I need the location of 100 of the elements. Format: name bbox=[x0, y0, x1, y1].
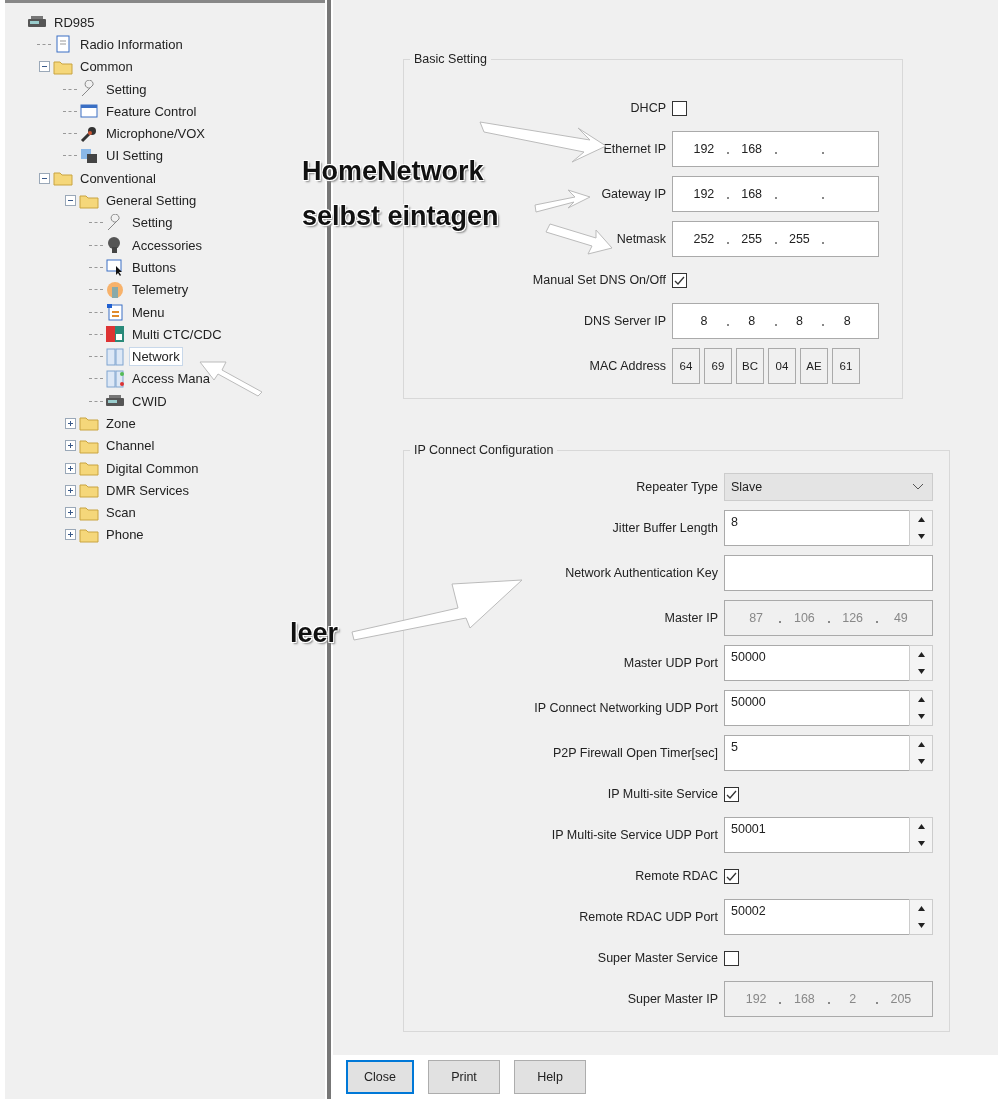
number-field[interactable]: 50000 bbox=[724, 690, 909, 726]
telemetry-icon bbox=[105, 280, 125, 299]
arrow bbox=[545, 223, 613, 255]
window-icon bbox=[79, 102, 99, 121]
network-icon bbox=[105, 369, 125, 388]
field-label: Remote RDAC bbox=[634, 869, 718, 883]
expander-icon[interactable] bbox=[38, 172, 50, 184]
expander-icon[interactable] bbox=[64, 507, 76, 519]
field-label: IP Multi-site Service bbox=[606, 787, 718, 801]
ip-address-field[interactable]: 8 8 8 8 bbox=[672, 303, 879, 339]
tree-item[interactable]: Setting bbox=[103, 79, 150, 99]
field-label: IP Multi-site Service UDP Port bbox=[550, 828, 718, 842]
tree-item[interactable]: Phone bbox=[103, 525, 147, 545]
tree-item[interactable]: General Setting bbox=[103, 191, 200, 210]
chevron-down-icon bbox=[912, 483, 924, 491]
microphone-icon bbox=[79, 124, 99, 143]
mac-byte-field: 61 bbox=[832, 348, 860, 384]
tree-item[interactable]: Buttons bbox=[129, 257, 180, 277]
mac-byte-field: 04 bbox=[768, 348, 796, 384]
tree-item[interactable]: Feature Control bbox=[103, 101, 200, 121]
field-label: Super Master IP bbox=[626, 992, 718, 1006]
field-label: MAC Address bbox=[588, 359, 666, 373]
tree-item[interactable]: Microphone/VOX bbox=[103, 124, 208, 144]
tree-item[interactable]: Conventional bbox=[77, 168, 159, 188]
field-label: Netmask bbox=[615, 232, 666, 246]
annotation-text: leer bbox=[290, 618, 339, 649]
number-field[interactable]: 5 bbox=[724, 735, 909, 771]
tree-item[interactable]: RD985 bbox=[51, 12, 98, 32]
tree-item[interactable]: Access Mana bbox=[129, 369, 214, 389]
folder-icon bbox=[79, 414, 99, 433]
tree-item[interactable]: Common bbox=[77, 57, 136, 77]
tree-item[interactable]: Setting bbox=[129, 213, 176, 233]
checkbox[interactable] bbox=[672, 100, 687, 116]
tree-item[interactable]: Multi CTC/CDC bbox=[129, 324, 225, 344]
ip-address-field[interactable]: 252 255 255 bbox=[672, 221, 879, 257]
mac-byte-field: AE bbox=[800, 348, 828, 384]
monitor-icon bbox=[79, 146, 99, 165]
checkbox[interactable] bbox=[724, 868, 739, 884]
tree-item[interactable]: Digital Common bbox=[103, 458, 202, 478]
tree-item[interactable]: Network bbox=[129, 347, 183, 367]
triangle-up-icon bbox=[917, 652, 925, 657]
expander-icon[interactable] bbox=[64, 440, 76, 452]
document-icon bbox=[53, 35, 73, 54]
triangle-down-icon bbox=[917, 714, 925, 719]
triangle-down-icon bbox=[917, 534, 925, 539]
dropdown[interactable]: Slave bbox=[724, 473, 933, 501]
number-field[interactable]: 50001 bbox=[724, 817, 909, 853]
field-label: DNS Server IP bbox=[583, 314, 666, 328]
dialog-button[interactable]: Print bbox=[428, 1060, 500, 1094]
list-icon bbox=[105, 303, 125, 321]
grid-icon bbox=[105, 325, 125, 344]
field-label: Gateway IP bbox=[600, 187, 666, 201]
field-label: IP Connect Networking UDP Port bbox=[533, 701, 718, 715]
field-label: Jitter Buffer Length bbox=[611, 521, 718, 535]
tree-item[interactable]: CWID bbox=[129, 391, 170, 411]
tree-item[interactable]: Zone bbox=[103, 414, 139, 433]
triangle-down-icon bbox=[917, 923, 925, 928]
arrow bbox=[534, 189, 591, 213]
checkbox[interactable] bbox=[672, 272, 687, 288]
tree-item[interactable]: Radio Information bbox=[77, 34, 186, 54]
expander-icon[interactable] bbox=[64, 529, 76, 541]
field-label: Ethernet IP bbox=[602, 142, 666, 156]
tree-item[interactable]: Menu bbox=[129, 302, 168, 322]
ip-address-field[interactable]: 192 168 bbox=[672, 131, 879, 167]
tree-item[interactable]: Scan bbox=[103, 503, 139, 523]
text-field[interactable] bbox=[724, 555, 933, 591]
folder-icon bbox=[79, 481, 99, 500]
triangle-up-icon bbox=[917, 742, 925, 747]
group-title: Basic Setting bbox=[413, 52, 488, 66]
expander-icon[interactable] bbox=[38, 61, 50, 73]
triangle-up-icon bbox=[917, 906, 925, 911]
dialog-button[interactable]: Close bbox=[346, 1060, 414, 1094]
field-label: Remote RDAC UDP Port bbox=[578, 910, 718, 924]
tree-item[interactable]: UI Setting bbox=[103, 146, 167, 166]
field-label: Master UDP Port bbox=[622, 656, 718, 670]
expander-icon[interactable] bbox=[64, 484, 76, 496]
cursor-icon bbox=[105, 258, 125, 277]
tree-item[interactable]: Accessories bbox=[129, 235, 206, 255]
mac-byte-field: 69 bbox=[704, 348, 732, 384]
annotation-text: HomeNetwork bbox=[302, 156, 484, 187]
number-field[interactable]: 50000 bbox=[724, 645, 909, 681]
checkbox[interactable] bbox=[724, 786, 739, 802]
number-field[interactable]: 8 bbox=[724, 510, 909, 546]
triangle-down-icon bbox=[917, 669, 925, 674]
expander-icon[interactable] bbox=[64, 195, 76, 206]
field-label: Master IP bbox=[663, 611, 718, 625]
checkbox[interactable] bbox=[724, 950, 739, 966]
mac-byte-field: BC bbox=[736, 348, 764, 384]
ip-address-field[interactable]: 192 168 bbox=[672, 176, 879, 212]
triangle-down-icon bbox=[917, 841, 925, 846]
field-label: Manual Set DNS On/Off bbox=[531, 273, 666, 287]
expander-icon[interactable] bbox=[64, 418, 76, 429]
field-label: Network Authentication Key bbox=[564, 566, 718, 580]
expander-icon[interactable] bbox=[64, 462, 76, 474]
field-label: P2P Firewall Open Timer[sec] bbox=[551, 746, 718, 760]
number-field[interactable]: 50002 bbox=[724, 899, 909, 935]
dialog-button[interactable]: Help bbox=[514, 1060, 586, 1094]
tree-item[interactable]: DMR Services bbox=[103, 480, 193, 500]
tree-item[interactable]: Channel bbox=[103, 436, 158, 456]
tree-item[interactable]: Telemetry bbox=[129, 280, 192, 300]
